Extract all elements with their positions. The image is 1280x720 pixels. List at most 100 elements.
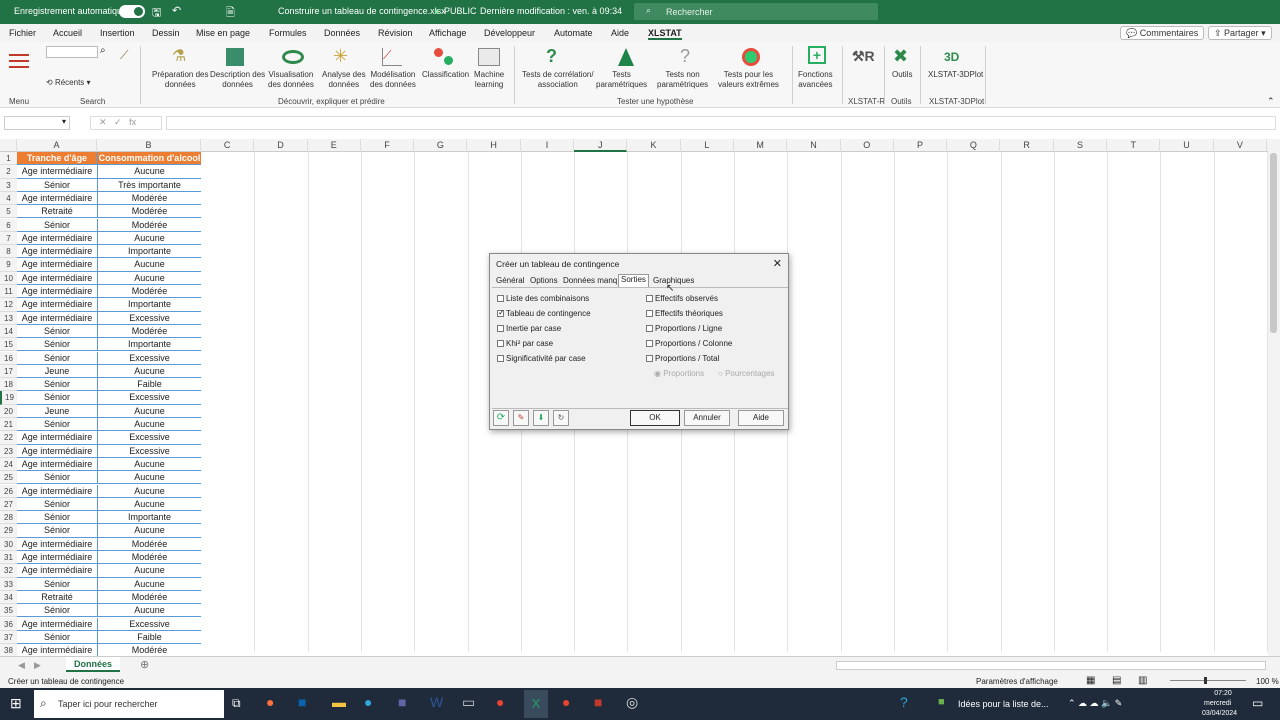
select-all-corner[interactable] — [0, 139, 17, 152]
share-button[interactable]: ⇪ Partager ▾ — [1208, 26, 1272, 40]
row-header[interactable]: 18 — [0, 378, 17, 392]
row-header[interactable]: 17 — [0, 364, 17, 379]
checkbox-prop-colonne[interactable] — [646, 340, 653, 347]
row-header[interactable]: 35 — [0, 604, 17, 618]
add-sheet-icon[interactable]: ⊕ — [140, 658, 149, 671]
column-header-a[interactable]: A — [17, 139, 97, 152]
btn-modelisation[interactable]: Modélisation des données — [370, 70, 416, 90]
alcohol-cell[interactable]: Aucune — [97, 271, 201, 285]
alcohol-cell[interactable]: Modérée — [97, 590, 201, 605]
undo-icon[interactable]: ↶ — [172, 4, 181, 17]
search-box[interactable]: ⌕ Rechercher — [634, 3, 878, 20]
row-header[interactable]: 32 — [0, 564, 17, 578]
column-header-i[interactable]: I — [521, 139, 575, 152]
row-header[interactable]: 9 — [0, 258, 17, 272]
btn-tests-param[interactable]: Tests paramétriques — [596, 70, 647, 90]
column-header-f[interactable]: F — [361, 139, 415, 152]
alcohol-cell[interactable]: Aucune — [97, 604, 201, 618]
row-header[interactable]: 12 — [0, 298, 17, 312]
wand-icon[interactable]: ⟋ — [120, 48, 128, 63]
scrollbar-thumb[interactable] — [1270, 153, 1277, 333]
page-break-icon[interactable]: ▥ — [1138, 675, 1147, 686]
column-header-o[interactable]: O — [841, 139, 894, 152]
alcohol-cell[interactable]: Aucune — [97, 457, 201, 472]
menu-mise-en-page[interactable]: Mise en page — [196, 28, 250, 38]
btn-tests-extremes[interactable]: Tests pour les valeurs extrêmes — [718, 70, 779, 90]
age-cell[interactable]: Retraité — [17, 205, 97, 219]
age-cell[interactable]: Age intermédiaire — [17, 445, 97, 458]
windows-start-icon[interactable]: ⊞ — [10, 695, 22, 712]
alcohol-cell[interactable]: Excessive — [97, 311, 201, 325]
alcohol-cell[interactable]: Excessive — [97, 617, 201, 631]
hamburger-menu-icon[interactable] — [9, 54, 29, 68]
radio-proportions[interactable]: ◉ Proportions — [654, 369, 704, 378]
alcohol-cell[interactable]: Aucune — [97, 484, 201, 498]
collapse-ribbon-icon[interactable]: ⌃ — [1267, 96, 1275, 107]
teams-icon[interactable]: ■ — [398, 694, 406, 710]
age-cell[interactable]: Sénior — [17, 511, 97, 525]
zoom-level[interactable]: 100 % — [1256, 677, 1279, 686]
tab-options[interactable]: Options — [528, 276, 560, 285]
btn-3dplot[interactable]: XLSTAT-3DPlot — [928, 70, 983, 80]
row-header[interactable]: 1 — [0, 152, 17, 166]
alcohol-cell[interactable]: Excessive — [97, 351, 201, 365]
row-header[interactable]: 19 — [0, 391, 17, 405]
btn-correlation[interactable]: Tests de corrélation/ association — [522, 70, 594, 90]
alcohol-cell[interactable]: Aucune — [97, 524, 201, 538]
row-header[interactable]: 11 — [0, 285, 17, 299]
row-header[interactable]: 37 — [0, 630, 17, 645]
row-header[interactable]: 36 — [0, 617, 17, 631]
age-cell[interactable]: Age intermédiaire — [17, 485, 97, 498]
checkbox-tableau-contingence[interactable] — [497, 308, 505, 317]
alcohol-cell[interactable]: Aucune — [97, 418, 201, 432]
search-icon[interactable]: ⌕ — [100, 45, 106, 56]
down-arrow-icon[interactable]: ⬇ — [533, 410, 549, 426]
edge-icon[interactable]: ● — [364, 694, 372, 710]
age-cell[interactable]: Sénior — [17, 471, 97, 485]
age-cell[interactable]: Sénior — [17, 578, 97, 591]
age-cell[interactable]: Sénior — [17, 378, 97, 392]
checkbox-liste-combinaisons[interactable] — [497, 295, 504, 302]
row-header[interactable]: 7 — [0, 231, 17, 246]
display-settings[interactable]: Paramètres d'affichage — [976, 677, 1058, 686]
alcohol-cell[interactable]: Aucune — [97, 364, 201, 379]
tab-missing-data[interactable]: Données manq. — [561, 276, 621, 285]
taskbar-search[interactable]: ⌕ Taper ici pour rechercher — [34, 690, 224, 718]
alcohol-cell[interactable]: Faible — [97, 630, 201, 645]
help-button[interactable]: Aide — [738, 410, 784, 426]
row-header[interactable]: 22 — [0, 431, 17, 445]
word-icon[interactable]: W — [430, 694, 443, 710]
column-header-r[interactable]: R — [1001, 139, 1054, 152]
row-header[interactable]: 10 — [0, 271, 17, 285]
menu-developpeur[interactable]: Développeur — [484, 28, 535, 38]
tab-general[interactable]: Général — [494, 276, 526, 285]
news-icon[interactable]: ■ — [938, 696, 945, 708]
column-header-k[interactable]: K — [627, 139, 681, 152]
menu-formules[interactable]: Formules — [269, 28, 307, 38]
row-header[interactable]: 23 — [0, 444, 17, 458]
zoom-slider[interactable] — [1170, 677, 1246, 684]
alcohol-cell[interactable]: Aucune — [97, 471, 201, 485]
row-header[interactable]: 30 — [0, 537, 17, 551]
age-cell[interactable]: Age intermédiaire — [17, 272, 97, 285]
btn-machine-learning[interactable]: Machine learning — [474, 70, 504, 90]
column-header-g[interactable]: G — [414, 139, 468, 152]
row-header[interactable]: 24 — [0, 457, 17, 472]
row-header[interactable]: 4 — [0, 191, 17, 206]
task-view-icon[interactable]: ⧉ — [232, 696, 241, 711]
row-header[interactable]: 15 — [0, 338, 17, 352]
formula-input[interactable] — [166, 116, 1276, 130]
age-cell[interactable]: Sénior — [17, 631, 97, 645]
btn-classification[interactable]: Classification — [422, 70, 469, 80]
vertical-scrollbar[interactable] — [1268, 139, 1280, 656]
age-cell[interactable]: Sénior — [17, 391, 97, 405]
age-cell[interactable]: Sénior — [17, 498, 97, 512]
chrome-2-icon[interactable]: ● — [562, 694, 570, 710]
menu-accueil[interactable]: Accueil — [53, 28, 82, 38]
chrome-icon[interactable]: ● — [496, 694, 504, 710]
menu-fichier[interactable]: Fichier — [9, 28, 36, 38]
row-header[interactable]: 6 — [0, 218, 17, 232]
checkbox-effectifs-observes[interactable] — [646, 295, 653, 302]
alcohol-cell[interactable]: Modérée — [97, 551, 201, 565]
alcohol-cell[interactable]: Aucune — [97, 564, 201, 578]
